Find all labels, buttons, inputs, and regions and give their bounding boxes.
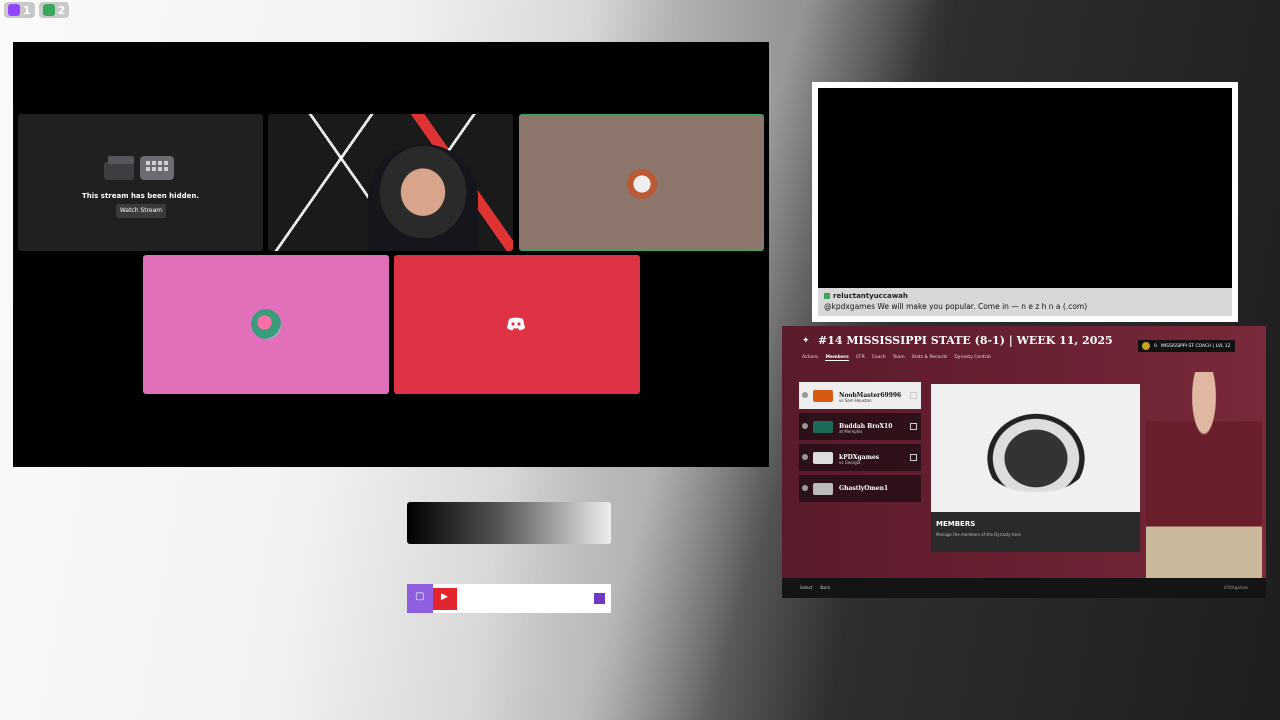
game-footer: Select Back kPDXgames — [782, 578, 1266, 598]
tab-actions[interactable]: Actions — [802, 355, 818, 361]
coach-label: MISSISSIPPI ST COACH | LVL 12 — [1160, 343, 1231, 349]
chat-overlay: reluctantyuccawah @kpdxgames We will mak… — [818, 288, 1232, 316]
hidden-stream-message: This stream has been hidden. — [82, 192, 199, 200]
team-logo-icon — [813, 451, 833, 464]
back-hint: Back — [820, 585, 831, 590]
select-hint: Select — [800, 585, 813, 590]
team-logo-icon — [813, 420, 833, 433]
watch-stream-button[interactable]: Watch Stream — [116, 204, 166, 218]
helmets-illustration — [981, 408, 1091, 492]
tab-dynasty-central[interactable]: Dynasty Central — [954, 355, 990, 361]
viewer-badge-discord: 2 — [38, 2, 70, 18]
tab-members[interactable]: Members — [825, 355, 849, 361]
list-item[interactable]: kPDXgames vs Georgia — [799, 444, 921, 471]
avatar — [627, 169, 657, 199]
overlay-gradient-bar — [407, 502, 611, 544]
hidden-stream-icon — [102, 152, 178, 184]
xbox-icon — [802, 485, 808, 491]
top-badges: 1 2 — [4, 2, 70, 18]
twitch-icon — [8, 4, 20, 16]
member-opponent: at Memphis — [839, 429, 863, 434]
members-list: NoobMaster69996 vs Sam Houston Buddah Br… — [799, 382, 921, 506]
team-logo-icon — [813, 389, 833, 402]
bulldog-logo-icon: ✦ — [802, 336, 810, 346]
tab-cfr[interactable]: CFR — [856, 355, 865, 361]
chat-username: reluctantyuccawah — [833, 292, 908, 300]
status-square-icon — [594, 593, 605, 604]
participant-tile-red[interactable] — [394, 255, 640, 394]
xbox-icon — [802, 392, 808, 398]
footer-user: kPDXgames — [1224, 585, 1248, 590]
viewer-badge-twitch: 1 — [4, 2, 35, 18]
participant-tile-pink[interactable] — [143, 255, 389, 394]
chat-username-row: reluctantyuccawah — [824, 292, 1226, 300]
social-bar: ▢ ▶ — [407, 584, 611, 613]
coach-score: 0 — [1154, 343, 1157, 349]
list-item[interactable]: NoobMaster69996 vs Sam Houston — [799, 382, 921, 409]
twitch-icon: ▢ — [407, 584, 433, 613]
participant-tile-speaking[interactable] — [519, 114, 764, 251]
member-opponent: vs Sam Houston — [839, 398, 872, 403]
tab-team[interactable]: Team — [893, 355, 905, 361]
video-player[interactable]: reluctantyuccawah @kpdxgames We will mak… — [818, 88, 1232, 316]
list-item[interactable]: GhastlyOmen1 — [799, 475, 921, 502]
xbox-icon — [802, 423, 808, 429]
discord-call-panel: This stream has been hidden. Watch Strea… — [13, 42, 769, 467]
chat-message: @kpdxgames We will make you popular. Com… — [824, 302, 1088, 311]
coach-character — [1146, 372, 1262, 578]
member-name: GhastlyOmen1 — [839, 485, 889, 492]
avatar — [251, 309, 281, 339]
tab-stats-records[interactable]: Stats & Records — [912, 355, 948, 361]
card-footer: MEMBERS Manage the members of the Dynast… — [931, 512, 1140, 552]
game-tabs: Actions Members CFR Coach Team Stats & R… — [802, 355, 991, 361]
checkbox-icon — [910, 423, 917, 430]
twitch-count: 1 — [23, 3, 31, 17]
card-title: MEMBERS — [936, 520, 976, 528]
webcam-person — [368, 144, 478, 251]
webcam-tile[interactable] — [268, 114, 513, 251]
game-screen: ✦ #14 MISSISSIPPI STATE (8-1) | WEEK 11,… — [782, 326, 1266, 598]
discord-count: 2 — [57, 3, 66, 17]
discord-icon — [42, 4, 55, 16]
team-logo-icon — [813, 482, 833, 495]
video-frame: reluctantyuccawah @kpdxgames We will mak… — [812, 82, 1238, 322]
list-item[interactable]: Buddah BroX10 at Memphis — [799, 413, 921, 440]
checkbox-icon — [910, 454, 917, 461]
game-title: #14 MISSISSIPPI STATE (8-1) | WEEK 11, 2… — [818, 334, 1113, 347]
member-opponent: vs Georgia — [839, 460, 861, 465]
discord-logo-icon — [506, 316, 526, 335]
tab-coach[interactable]: Coach — [872, 355, 886, 361]
coin-icon — [1142, 342, 1150, 350]
xbox-icon — [802, 454, 808, 460]
chat-user-badge-icon — [824, 293, 830, 299]
checkbox-icon — [910, 392, 917, 399]
hidden-stream-tile: This stream has been hidden. Watch Strea… — [18, 114, 263, 251]
card-description: Manage the members of the Dynasty here — [936, 532, 1021, 537]
coach-badge: 0 MISSISSIPPI ST COACH | LVL 12 — [1138, 340, 1235, 352]
members-card[interactable]: MEMBERS Manage the members of the Dynast… — [931, 384, 1140, 552]
youtube-icon: ▶ — [433, 588, 457, 610]
